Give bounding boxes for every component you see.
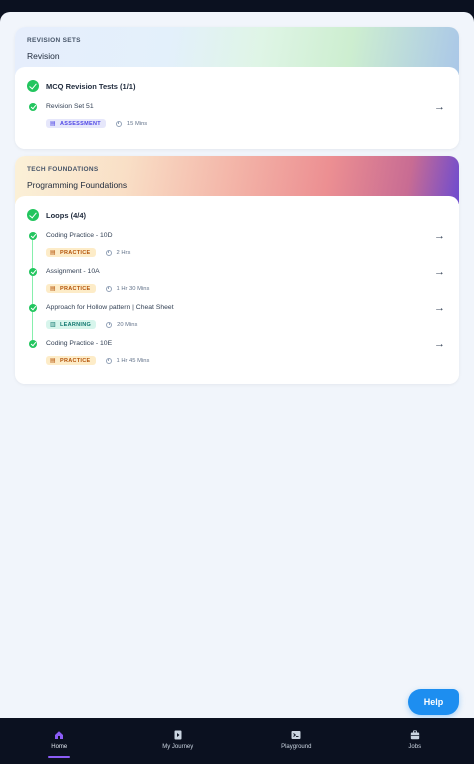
nav-label: Jobs xyxy=(408,744,422,750)
terminal-icon xyxy=(291,731,301,739)
type-badge: ▤ PRACTICE xyxy=(46,284,96,293)
item-title: Assignment - 10A xyxy=(46,268,100,275)
module-header[interactable]: MCQ Revision Tests (1/1) xyxy=(27,79,447,93)
type-badge: ▤ PRACTICE xyxy=(46,356,96,365)
briefcase-icon xyxy=(410,730,419,740)
list-item[interactable]: Assignment - 10A ▤ PRACTICE 1 Hr 30 Mins… xyxy=(27,266,447,303)
revision-section: REVISION SETS Revision MCQ Revision Test… xyxy=(15,27,459,149)
arrow-right-icon[interactable]: → xyxy=(434,302,445,314)
list-item[interactable]: Coding Practice - 10E ▤ PRACTICE 1 Hr 45… xyxy=(27,338,447,375)
home-icon xyxy=(55,731,64,739)
arrow-right-icon[interactable]: → xyxy=(434,230,445,242)
type-badge: ▥ LEARNING xyxy=(46,320,97,329)
completed-check-icon xyxy=(29,340,37,348)
duration: 2 Hrs xyxy=(116,249,131,256)
active-indicator xyxy=(48,756,71,758)
clipboard-icon: ▤ xyxy=(50,121,56,127)
completed-check-icon xyxy=(29,232,37,240)
arrow-right-icon[interactable]: → xyxy=(434,338,445,350)
section-tag: TECH FOUNDATIONS xyxy=(27,166,99,173)
type-badge: ▤ ASSESSMENT xyxy=(46,119,106,128)
tech-foundations-section: TECH FOUNDATIONS Programming Foundations… xyxy=(15,156,459,384)
clipboard-icon: ▤ xyxy=(50,286,56,292)
clock-icon xyxy=(105,285,112,292)
item-title: Coding Practice - 10D xyxy=(46,232,113,239)
arrow-right-icon[interactable]: → xyxy=(434,101,445,113)
list-item[interactable]: Approach for Hollow pattern | Cheat Shee… xyxy=(27,302,447,339)
journey-icon xyxy=(174,730,182,740)
module-card: Loops (4/4) Coding Practice - 10D ▤ PRAC… xyxy=(15,196,459,384)
clipboard-icon: ▤ xyxy=(50,358,56,364)
completed-check-icon xyxy=(29,304,37,312)
module-card: MCQ Revision Tests (1/1) Revision Set 51… xyxy=(15,67,459,149)
help-button[interactable]: Help xyxy=(408,689,459,715)
nav-item-jobs[interactable]: Jobs xyxy=(356,718,474,764)
module-header[interactable]: Loops (4/4) xyxy=(27,208,447,222)
clock-icon xyxy=(106,321,113,328)
section-tag: REVISION SETS xyxy=(27,37,81,44)
duration: 1 Hr 45 Mins xyxy=(116,357,150,364)
app-screen: REVISION SETS Revision MCQ Revision Test… xyxy=(0,12,474,718)
type-badge: ▤ PRACTICE xyxy=(46,248,96,257)
completed-check-icon xyxy=(27,209,39,221)
item-title: Coding Practice - 10E xyxy=(46,340,113,347)
clipboard-icon: ▤ xyxy=(50,250,56,256)
nav-item-playground[interactable]: Playground xyxy=(237,718,355,764)
duration: 15 Mins xyxy=(126,120,148,127)
duration: 20 Mins xyxy=(117,321,138,328)
book-icon: ▥ xyxy=(50,322,56,328)
completed-check-icon xyxy=(27,80,39,92)
completed-check-icon xyxy=(29,103,37,111)
bottom-nav: Home My Journey Playground Jobs xyxy=(0,718,474,764)
completed-check-icon xyxy=(29,268,37,276)
nav-label: My Journey xyxy=(162,744,194,750)
nav-label: Playground xyxy=(281,744,312,750)
clock-icon xyxy=(105,357,112,364)
nav-item-home[interactable]: Home xyxy=(0,718,118,764)
clock-icon xyxy=(105,249,112,256)
clock-icon xyxy=(115,120,122,127)
nav-item-my-journey[interactable]: My Journey xyxy=(119,718,237,764)
list-item[interactable]: Coding Practice - 10D ▤ PRACTICE 2 Hrs → xyxy=(27,230,447,267)
module-title: MCQ Revision Tests (1/1) xyxy=(46,81,136,91)
arrow-right-icon[interactable]: → xyxy=(434,266,445,278)
section-title: Programming Foundations xyxy=(27,180,128,190)
duration: 1 Hr 30 Mins xyxy=(116,285,150,292)
list-item[interactable]: Revision Set 51 ▤ ASSESSMENT 15 Mins → xyxy=(27,101,447,138)
item-title: Approach for Hollow pattern | Cheat Shee… xyxy=(46,304,174,311)
module-title: Loops (4/4) xyxy=(46,210,87,220)
item-title: Revision Set 51 xyxy=(46,103,94,110)
section-title: Revision xyxy=(27,51,60,61)
nav-label: Home xyxy=(51,744,68,750)
